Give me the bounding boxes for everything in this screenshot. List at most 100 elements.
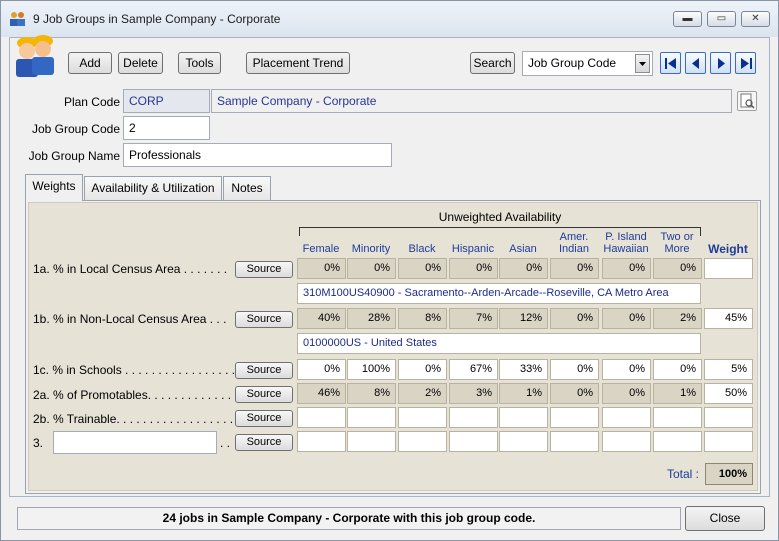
app-window: 9 Job Groups in Sample Company - Corpora… [0,0,779,541]
availability-cell: 8% [347,383,396,404]
next-record-icon [718,58,725,69]
job-group-code-label: Job Group Code [31,122,120,136]
availability-cell[interactable]: 33% [499,359,548,380]
window-title: 9 Job Groups in Sample Company - Corpora… [33,12,281,26]
column-header: Black [408,243,436,255]
next-record-button[interactable] [710,52,731,74]
tab-weights[interactable]: Weights [25,174,83,201]
availability-cell[interactable]: 0% [550,359,599,380]
source-button[interactable]: Source [235,261,293,278]
search-field-select[interactable]: Job Group Code [522,51,653,76]
workers-logo-icon [16,35,54,77]
availability-cell: 0% [602,308,651,329]
availability-cell[interactable] [297,431,346,452]
availability-cell: 0% [550,308,599,329]
document-search-icon [740,93,755,109]
availability-cell[interactable] [550,431,599,452]
source-button[interactable]: Source [235,311,293,328]
availability-cell[interactable] [499,431,548,452]
weight-input[interactable]: 50% [704,383,753,404]
availability-cell[interactable] [347,407,396,428]
availability-cell: 28% [347,308,396,329]
delete-button[interactable]: Delete [118,52,163,74]
availability-cell[interactable] [602,431,651,452]
source-button[interactable]: Source [235,386,293,403]
availability-cell: 0% [550,383,599,404]
maximize-button[interactable]: ▭ [707,11,736,27]
title-bar: 9 Job Groups in Sample Company - Corpora… [1,1,778,37]
column-header: Hispanic [451,243,495,255]
availability-cell[interactable] [550,407,599,428]
total-value: 100% [705,463,753,485]
availability-cell[interactable] [602,407,651,428]
availability-cell[interactable]: 0% [398,359,447,380]
tab-availability-utilization[interactable]: Availability & Utilization [84,176,222,200]
job-group-name-label: Job Group Name [28,149,120,163]
first-record-icon [665,58,676,69]
availability-cell: 46% [297,383,346,404]
source-button[interactable]: Source [235,434,293,451]
availability-cell: 40% [297,308,346,329]
close-button[interactable]: Close [685,506,765,531]
availability-cell: 7% [449,308,498,329]
row3-custom-input[interactable] [53,431,217,454]
availability-cell[interactable]: 67% [449,359,498,380]
minimize-button[interactable]: ▬ [673,11,702,27]
search-button[interactable]: Search [470,52,515,74]
plan-lookup-button[interactable] [737,91,757,111]
plan-code-label: Plan Code [63,95,120,109]
availability-cell[interactable] [398,431,447,452]
availability-cell[interactable] [297,407,346,428]
source-button[interactable]: Source [235,362,293,379]
column-header: Female [302,243,340,255]
availability-cell: 12% [499,308,548,329]
nonlocal-area-label: 0100000US - United States [297,333,701,354]
availability-cell[interactable] [499,407,548,428]
availability-cell[interactable] [653,407,702,428]
column-header: Two or More [660,231,694,255]
availability-cell[interactable] [347,431,396,452]
availability-cell: 0% [398,258,447,279]
weight-input[interactable] [704,431,753,452]
plan-name-field: Sample Company - Corporate [211,89,732,113]
source-button[interactable]: Source [235,410,293,427]
availability-cell[interactable]: 100% [347,359,396,380]
availability-cell: 1% [653,383,702,404]
column-header: P. Island Hawaiian [603,231,649,255]
availability-cell: 2% [398,383,447,404]
add-button[interactable]: Add [68,52,112,74]
availability-cell[interactable] [398,407,447,428]
availability-cell[interactable] [653,431,702,452]
job-group-name-input[interactable]: Professionals [123,143,392,167]
plan-code-field[interactable]: CORP [123,89,210,113]
availability-cell: 0% [602,383,651,404]
tools-button[interactable]: Tools [178,52,221,74]
tab-notes[interactable]: Notes [223,176,271,200]
availability-cell: 2% [653,308,702,329]
weight-input[interactable] [704,407,753,428]
availability-cell[interactable] [449,407,498,428]
last-record-button[interactable] [735,52,756,74]
availability-cell: 8% [398,308,447,329]
chevron-down-icon[interactable] [635,54,650,73]
local-area-label: 310M100US40900 - Sacramento--Arden-Arcad… [297,283,701,304]
weight-input[interactable] [704,258,753,279]
job-group-code-input[interactable]: 2 [123,116,210,140]
availability-cell[interactable] [449,431,498,452]
availability-cell: 0% [449,258,498,279]
row-label: 1a. % in Local Census Area . . . . . . . [33,262,228,276]
weight-input[interactable]: 5% [704,359,753,380]
close-window-button[interactable]: ✕ [741,11,770,27]
status-bar: 24 jobs in Sample Company - Corporate wi… [17,507,681,530]
row3-dots: . . [220,436,231,450]
availability-cell: 0% [297,258,346,279]
availability-cell[interactable]: 0% [602,359,651,380]
placement-trend-button[interactable]: Placement Trend [246,52,350,74]
previous-record-button[interactable] [685,52,706,74]
previous-record-icon [692,58,699,69]
total-label: Total : [666,467,699,481]
first-record-button[interactable] [660,52,681,74]
availability-cell[interactable]: 0% [297,359,346,380]
weight-input[interactable]: 45% [704,308,753,329]
availability-cell[interactable]: 0% [653,359,702,380]
